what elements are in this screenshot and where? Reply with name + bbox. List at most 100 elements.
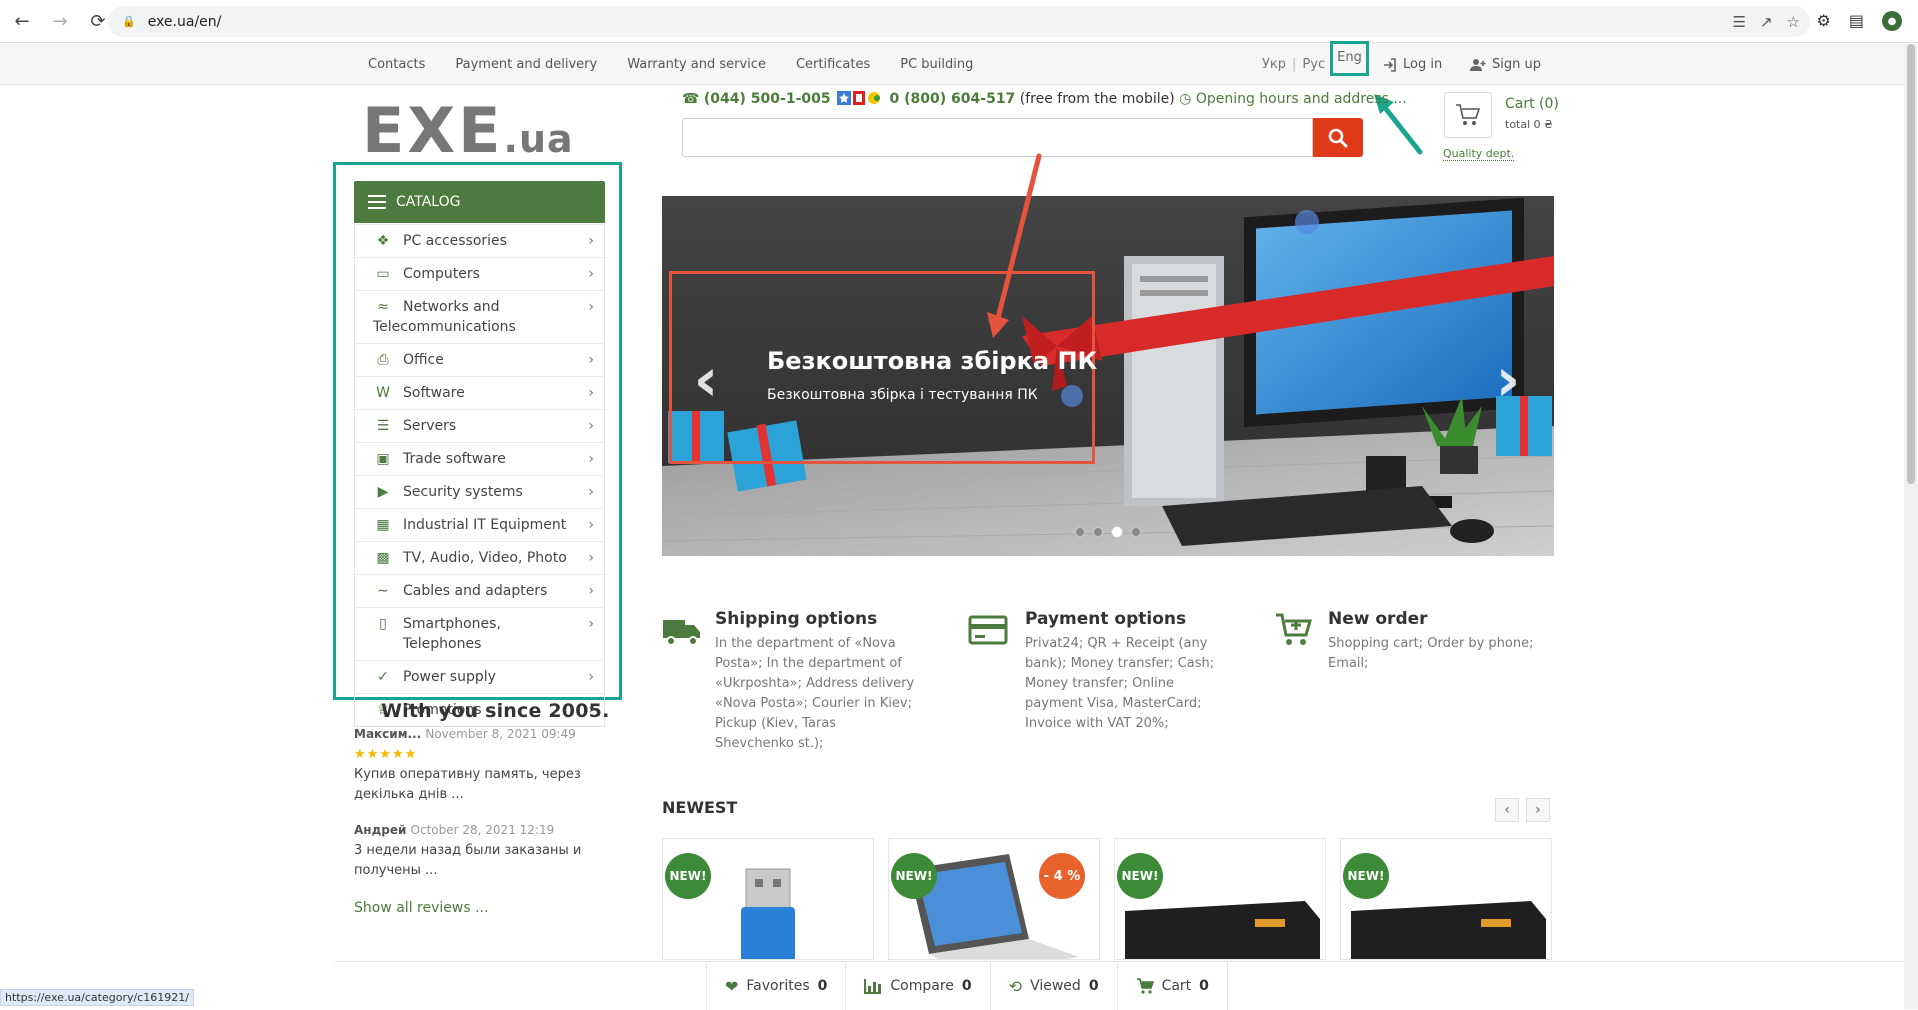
header-cart-button[interactable]: [1444, 92, 1492, 138]
review-item: Андрей October 28, 2021 12:19 3 недели н…: [354, 820, 604, 881]
catalog-item[interactable]: ∼ Cables and adapters ›: [355, 574, 604, 607]
scrollbar-thumb[interactable]: [1907, 44, 1915, 484]
review-text[interactable]: Купив оперативну память, через декілька …: [354, 765, 604, 805]
share-icon[interactable]: ↗: [1760, 13, 1773, 31]
compare-button[interactable]: Compare 0: [846, 962, 991, 1010]
catalog-item-label: Trade software: [403, 449, 506, 469]
product-card[interactable]: NEW!: [1114, 838, 1326, 960]
catalog-item[interactable]: ▶ Security systems ›: [355, 475, 604, 508]
status-bar-url: https://exe.ua/category/c161921/: [0, 989, 194, 1006]
banner-prev-button[interactable]: ‹: [686, 345, 726, 415]
phone-2[interactable]: 0 (800) 604-517: [890, 91, 1016, 107]
address-url: exe.ua/en/: [147, 13, 222, 30]
catalog-item-label: Smartphones, Telephones: [403, 614, 576, 654]
new-order-title: New order: [1328, 609, 1428, 629]
product-card[interactable]: NEW! - 4 %: [888, 838, 1100, 960]
catalog-item[interactable]: ⎙ Office ›: [355, 343, 604, 376]
page-scrollbar[interactable]: [1904, 44, 1918, 1009]
site-logo[interactable]: EXE.ua: [362, 100, 574, 162]
topnav-link[interactable]: Warranty and service: [627, 57, 766, 72]
annotation-arrow-red: [987, 153, 1042, 338]
smartphone-icon: ▯: [379, 616, 387, 632]
shipping-options: Shipping options In the department of «N…: [715, 608, 915, 754]
phone-icon: ☎: [682, 91, 700, 107]
header-cart-total: total 0 ₴: [1505, 118, 1553, 131]
printer-icon: ⎙: [377, 352, 389, 368]
banner-next-button[interactable]: ›: [1488, 345, 1528, 415]
shipping-options-text: In the department of «Nova Posta»; In th…: [715, 636, 915, 751]
lang-eng-link[interactable]: Eng: [1330, 41, 1369, 76]
lang-rus-link[interactable]: Рус: [1302, 57, 1325, 72]
clock-icon: ◷: [1179, 91, 1192, 107]
side-panel-icon[interactable]: ▤: [1849, 11, 1864, 31]
phone-1[interactable]: (044) 500-1-005: [704, 91, 831, 107]
catalog-item[interactable]: ▦ Industrial IT Equipment ›: [355, 508, 604, 541]
review-text[interactable]: 3 недели назад были заказаны и получены …: [354, 841, 604, 881]
opening-hours-link[interactable]: Opening hours and address ...: [1196, 91, 1407, 107]
search-button[interactable]: [1313, 118, 1363, 157]
catalog-item[interactable]: ▭ Computers ›: [355, 257, 604, 290]
newest-prev-button[interactable]: ‹: [1495, 798, 1519, 822]
login-link[interactable]: Log in: [1383, 44, 1442, 85]
banner-dot-active[interactable]: [1111, 526, 1123, 538]
product-card[interactable]: NEW!: [662, 838, 874, 960]
phone-2-note: (free from the mobile): [1019, 91, 1175, 107]
topnav-link[interactable]: Contacts: [368, 57, 425, 72]
catalog-item[interactable]: ❖ PC accessories ›: [355, 224, 604, 257]
extensions-icon[interactable]: ⚙: [1817, 11, 1831, 31]
catalog-item-label-line: Smartphones, Telephones: [403, 616, 501, 652]
viewed-button[interactable]: ⟲ Viewed 0: [991, 962, 1118, 1010]
address-bar[interactable]: 🔒 exe.ua/en/ ☰ ↗ ☆: [108, 6, 1810, 37]
catalog-item[interactable]: ☰ Servers ›: [355, 409, 604, 442]
favorites-button[interactable]: ❤ Favorites 0: [707, 962, 847, 1010]
translate-icon[interactable]: ☰: [1733, 13, 1746, 31]
video-camera-icon: ▶: [377, 484, 389, 500]
catalog-item-label: Computers: [403, 264, 480, 284]
header-cart-label[interactable]: Cart (0): [1505, 96, 1559, 112]
chevron-right-icon: ›: [588, 583, 594, 599]
catalog-item-label: Software: [403, 383, 465, 403]
newest-next-button[interactable]: ›: [1526, 798, 1550, 822]
signup-link[interactable]: Sign up: [1470, 44, 1541, 85]
catalog-item[interactable]: W Software ›: [355, 376, 604, 409]
cart-icon: [1136, 978, 1154, 994]
profile-avatar[interactable]: ●: [1882, 11, 1902, 31]
forward-icon[interactable]: →: [44, 5, 76, 37]
cash-register-icon: ▣: [376, 451, 390, 467]
catalog-item-label: TV, Audio, Video, Photo: [403, 548, 567, 568]
banner-dot[interactable]: [1131, 527, 1141, 537]
show-all-reviews-link[interactable]: Show all reviews ...: [354, 900, 488, 916]
bottom-cart-button[interactable]: Cart 0: [1118, 962, 1228, 1010]
catalog-item-label-line: Trade software: [403, 451, 506, 467]
back-icon[interactable]: ←: [6, 5, 38, 37]
word-doc-icon: W: [376, 385, 390, 401]
lang-ukr-link[interactable]: Укр: [1262, 57, 1286, 72]
catalog-item[interactable]: ≈ Networks and Telecommunications ›: [355, 290, 604, 343]
product-card[interactable]: NEW!: [1340, 838, 1552, 960]
new-badge: NEW!: [1343, 853, 1389, 899]
catalog-item-label: Industrial IT Equipment: [403, 515, 566, 535]
quality-dept-link[interactable]: Quality dept.: [1443, 147, 1515, 161]
user-plus-icon: [1470, 58, 1486, 71]
banner-dot[interactable]: [1093, 527, 1103, 537]
rating-stars: ★★★★★: [354, 747, 418, 762]
catalog-item[interactable]: ▩ TV, Audio, Video, Photo ›: [355, 541, 604, 574]
chevron-right-icon: ›: [588, 616, 594, 632]
catalog-item-label-line: Cables and adapters: [403, 583, 548, 599]
catalog-item[interactable]: ▯ Smartphones, Telephones ›: [355, 607, 604, 660]
banner-dot[interactable]: [1075, 527, 1085, 537]
catalog-item[interactable]: ✓ Power supply ›: [355, 660, 604, 693]
chevron-right-icon: ›: [588, 669, 594, 685]
topnav-link[interactable]: Certificates: [796, 57, 870, 72]
new-order: New order Shopping cart; Order by phone;…: [1328, 608, 1538, 674]
chevron-right-icon: ›: [588, 418, 594, 434]
catalog-header[interactable]: CATALOG: [354, 181, 605, 223]
lang-separator: |: [1292, 57, 1297, 72]
topnav-link[interactable]: Payment and delivery: [455, 57, 597, 72]
chevron-right-icon: ›: [588, 451, 594, 467]
bookmark-star-icon[interactable]: ☆: [1787, 13, 1800, 31]
topnav-link[interactable]: PC building: [900, 57, 973, 72]
server-icon: ☰: [376, 418, 390, 434]
catalog-item-label-line: PC accessories: [403, 233, 507, 249]
catalog-item[interactable]: ▣ Trade software ›: [355, 442, 604, 475]
